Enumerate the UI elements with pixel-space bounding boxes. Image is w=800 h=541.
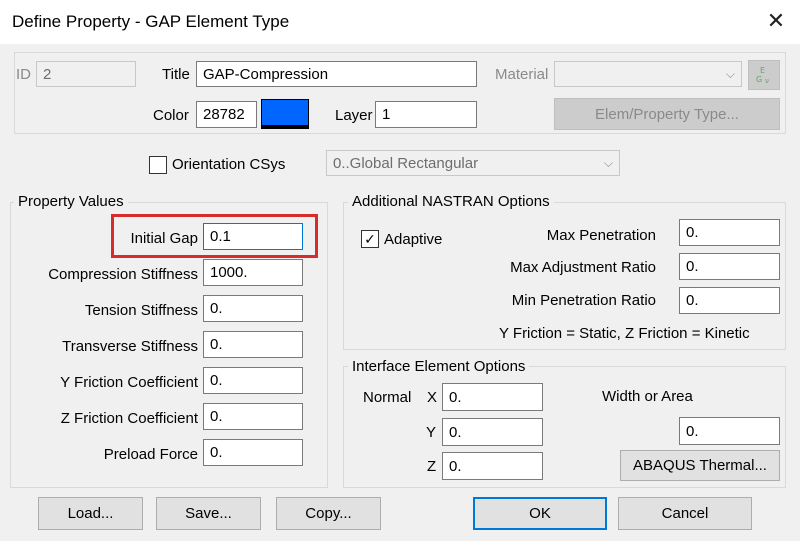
min-penetration-ratio-field[interactable]: 0.: [679, 287, 780, 314]
preload-force-label: Preload Force: [103, 446, 198, 463]
id-label: ID: [16, 66, 31, 83]
preload-force-field[interactable]: 0.: [203, 439, 303, 466]
normal-label: Normal: [363, 389, 412, 406]
width-or-area-label: Width or Area: [602, 388, 693, 405]
transverse-stiffness-label: Transverse Stiffness: [62, 338, 198, 355]
y-friction-coefficient-label: Y Friction Coefficient: [60, 374, 198, 391]
svg-text:E: E: [760, 66, 765, 75]
close-icon[interactable]: ✕: [764, 9, 788, 33]
load-button[interactable]: Load...: [38, 497, 143, 530]
id-field: 2: [36, 61, 136, 87]
property-values-label: Property Values: [14, 193, 128, 210]
max-penetration-label: Max Penetration: [546, 227, 656, 244]
max-adjustment-ratio-field[interactable]: 0.: [679, 253, 780, 280]
title-label: Title: [162, 66, 190, 83]
copy-button[interactable]: Copy...: [276, 497, 381, 530]
cancel-button[interactable]: Cancel: [618, 497, 752, 530]
compression-stiffness-field[interactable]: 1000.: [203, 259, 303, 286]
material-browse-icon: E G ν: [748, 60, 780, 90]
chevron-down-icon: ⌵: [603, 155, 613, 170]
nastran-options-label: Additional NASTRAN Options: [348, 193, 554, 210]
material-dropdown: ⌵: [554, 61, 742, 87]
normal-z-field[interactable]: 0.: [442, 452, 543, 480]
chevron-down-icon: ⌵: [725, 66, 735, 81]
svg-text:G: G: [756, 75, 762, 84]
orientation-value: 0..Global Rectangular: [333, 154, 479, 172]
initial-gap-label: Initial Gap: [130, 230, 198, 247]
abaqus-thermal-button[interactable]: ABAQUS Thermal...: [620, 450, 780, 481]
transverse-stiffness-field[interactable]: 0.: [203, 331, 303, 358]
initial-gap-field[interactable]: 0.1: [203, 223, 303, 250]
title-field[interactable]: GAP-Compression: [196, 61, 477, 87]
window-title: Define Property - GAP Element Type: [12, 12, 290, 31]
min-penetration-ratio-label: Min Penetration Ratio: [511, 292, 656, 309]
color-field[interactable]: 28782: [196, 101, 257, 128]
y-friction-coefficient-field[interactable]: 0.: [203, 367, 303, 394]
friction-note: Y Friction = Static, Z Friction = Kineti…: [499, 325, 750, 342]
layer-field[interactable]: 1: [375, 101, 477, 128]
color-label: Color: [153, 107, 189, 124]
max-penetration-field[interactable]: 0.: [679, 219, 780, 246]
z-friction-coefficient-field[interactable]: 0.: [203, 403, 303, 430]
normal-x-field[interactable]: 0.: [442, 383, 543, 411]
tension-stiffness-field[interactable]: 0.: [203, 295, 303, 322]
svg-text:ν: ν: [765, 77, 769, 85]
orientation-checkbox[interactable]: [149, 156, 167, 174]
width-or-area-field[interactable]: 0.: [679, 417, 780, 445]
normal-y-label: Y: [426, 424, 437, 441]
orientation-dropdown: 0..Global Rectangular ⌵: [326, 150, 620, 176]
normal-y-field[interactable]: 0.: [442, 418, 543, 446]
normal-z-label: Z: [427, 458, 437, 475]
adaptive-label: Adaptive: [384, 231, 443, 248]
interface-options-label: Interface Element Options: [348, 358, 530, 375]
material-library-icon: E G ν: [756, 66, 769, 85]
compression-stiffness-label: Compression Stiffness: [48, 266, 198, 283]
max-adjustment-ratio-label: Max Adjustment Ratio: [510, 259, 656, 276]
z-friction-coefficient-label: Z Friction Coefficient: [60, 410, 198, 427]
layer-label: Layer: [335, 107, 373, 124]
color-swatch-button[interactable]: [261, 99, 309, 129]
save-button[interactable]: Save...: [156, 497, 261, 530]
material-label: Material: [495, 66, 549, 83]
tension-stiffness-label: Tension Stiffness: [84, 302, 198, 319]
normal-x-label: X: [427, 389, 438, 406]
ok-button[interactable]: OK: [473, 497, 607, 530]
elem-property-type-button: Elem/Property Type...: [554, 98, 780, 130]
orientation-label: Orientation CSys: [172, 156, 286, 173]
adaptive-checkbox[interactable]: ✓: [361, 230, 379, 248]
